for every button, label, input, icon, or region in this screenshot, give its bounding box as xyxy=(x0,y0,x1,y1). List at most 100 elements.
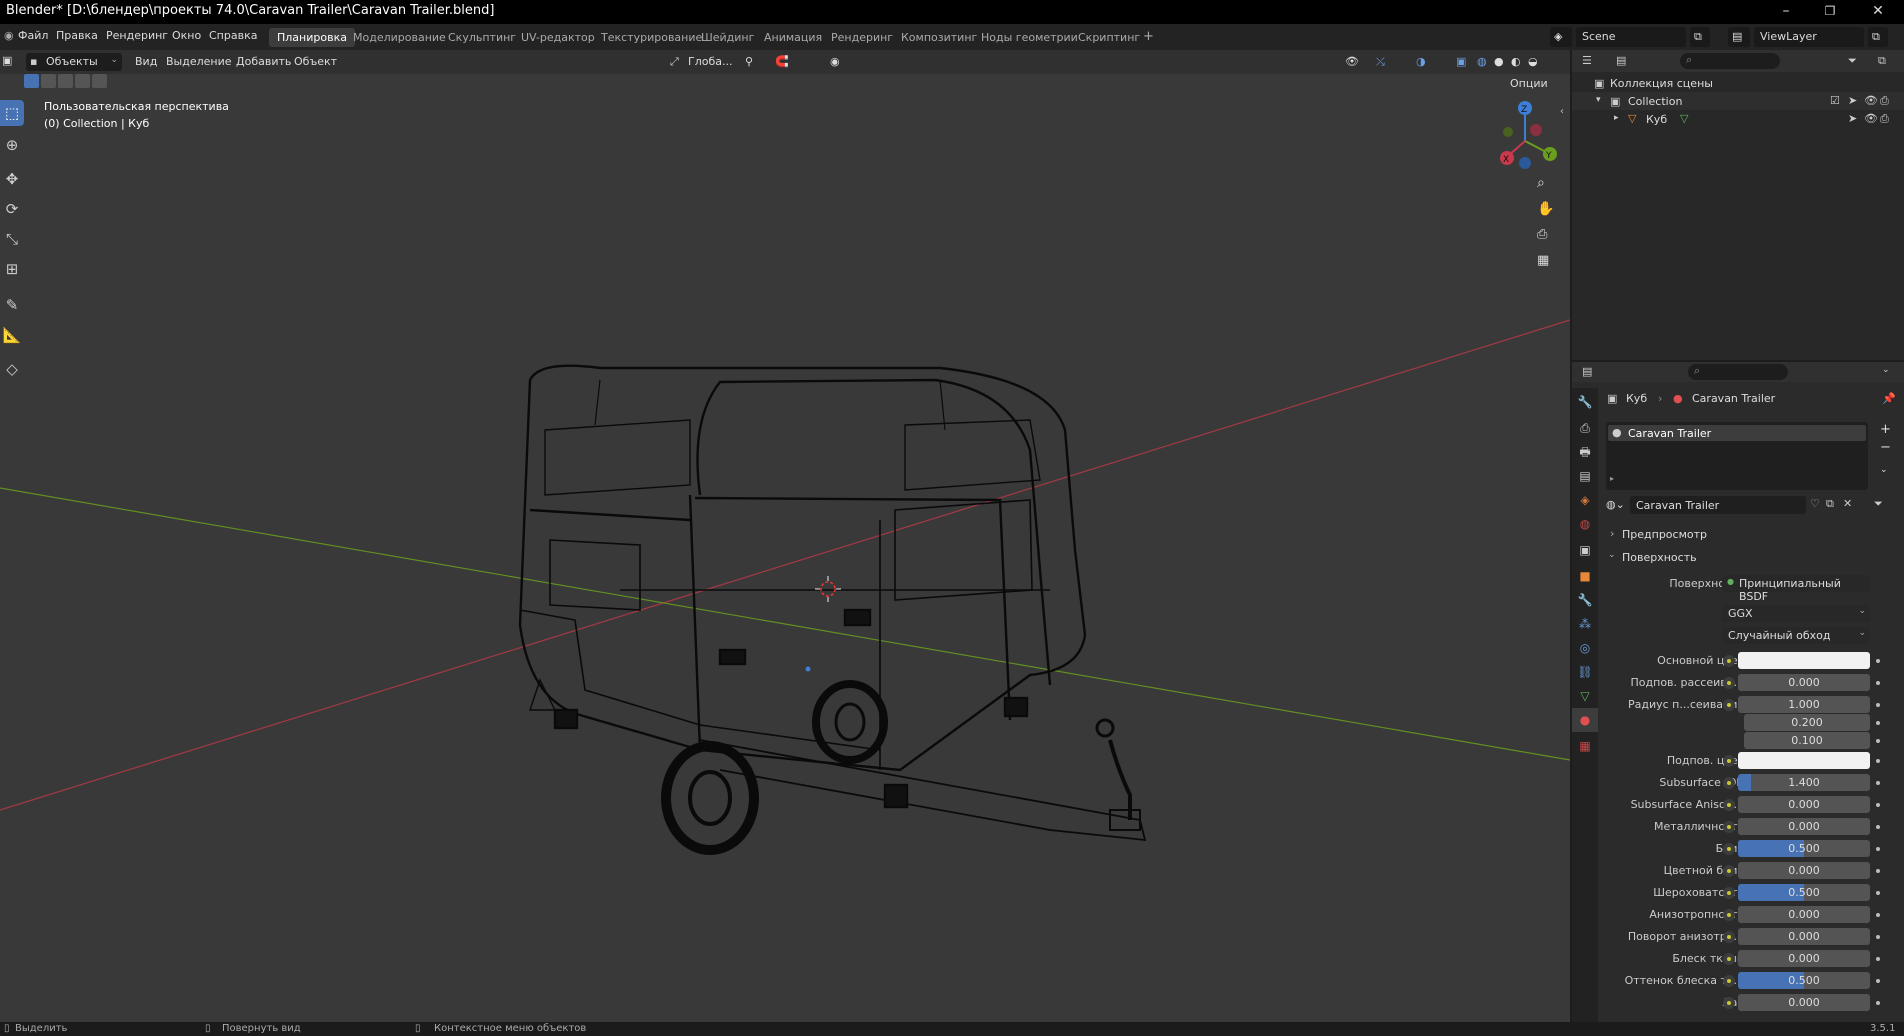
properties-editor-icon[interactable]: ▤ xyxy=(1582,365,1592,378)
mode-dropdown[interactable]: ▪ Объекты ⌄ xyxy=(26,53,122,71)
socket-link-icon[interactable] xyxy=(1723,843,1735,855)
link-dropdown-icon[interactable]: ⏷ xyxy=(1874,497,1883,511)
value-slider[interactable]: 0.000 xyxy=(1738,796,1870,813)
tool-tab-icon[interactable]: 🔧 xyxy=(1572,390,1598,414)
eye-icon[interactable]: 👁 xyxy=(1864,94,1878,107)
move-tool-icon[interactable]: ✥ xyxy=(0,166,24,192)
surface-shader-dropdown[interactable]: ● Принципиальный BSDF xyxy=(1722,575,1870,603)
color-swatch[interactable] xyxy=(1738,752,1870,769)
socket-link-icon[interactable] xyxy=(1723,975,1735,987)
snap-icon[interactable]: 🧲 xyxy=(775,55,789,68)
socket-link-icon[interactable] xyxy=(1723,777,1735,789)
panel-surface[interactable]: Поверхность xyxy=(1622,551,1697,564)
gizmo-toggle-icon[interactable]: ⤯ xyxy=(1376,55,1385,69)
tab-geometry-nodes[interactable]: Ноды геометрии xyxy=(973,28,1086,47)
breadcrumb-object[interactable]: Куб xyxy=(1626,392,1647,405)
material-shading-icon[interactable]: ◐ xyxy=(1511,55,1521,68)
properties-search-icon[interactable]: ⌕ xyxy=(1688,364,1788,380)
new-collection-icon[interactable]: ⧉ xyxy=(1878,54,1886,68)
material-tab-icon[interactable]: ● xyxy=(1572,708,1598,732)
particles-tab-icon[interactable]: ⁂ xyxy=(1572,612,1598,636)
3d-viewport[interactable]: Z Y X Пользовательская перспектива (0) C… xyxy=(0,50,1570,1022)
modifier-tab-icon[interactable]: 🔧 xyxy=(1572,588,1598,612)
socket-link-icon[interactable] xyxy=(1723,655,1735,667)
value-slider[interactable]: 0.000 xyxy=(1738,818,1870,835)
socket-link-icon[interactable] xyxy=(1723,997,1735,1009)
socket-link-icon[interactable] xyxy=(1723,865,1735,877)
expand-arrow-icon[interactable]: ▸ xyxy=(1614,113,1619,123)
preview-arrow-icon[interactable]: › xyxy=(1610,527,1614,540)
filter-icon[interactable]: ⏷ xyxy=(1848,54,1857,68)
cursor-tool-icon[interactable]: ⊕ xyxy=(0,132,24,158)
scale-tool-icon[interactable]: ⤡ xyxy=(0,226,24,252)
value-slider[interactable]: 0.000 xyxy=(1738,950,1870,967)
socket-link-icon[interactable] xyxy=(1723,799,1735,811)
value-slider[interactable]: 0.500 xyxy=(1738,972,1870,989)
keyframe-dot-icon[interactable] xyxy=(1876,847,1880,851)
blender-logo-icon[interactable]: ◉ xyxy=(4,29,14,42)
socket-link-icon[interactable] xyxy=(1723,699,1735,711)
unlink-material-icon[interactable]: ✕ xyxy=(1843,497,1852,510)
outliner-row-scene-collection[interactable]: ▣ Коллекция сцены xyxy=(1572,74,1904,92)
options-dropdown[interactable]: Опции xyxy=(1510,77,1548,90)
transform-tool-icon[interactable]: ⊞ xyxy=(0,256,24,282)
menu-file[interactable]: Файл xyxy=(18,29,48,42)
transform-orientation-dropdown[interactable]: Глоба... xyxy=(688,55,732,68)
solid-shading-icon[interactable]: ● xyxy=(1494,55,1504,68)
render-camera-icon[interactable]: ⎙ xyxy=(1880,112,1889,126)
selectable-icon[interactable]: ➤ xyxy=(1848,94,1857,107)
duplicate-material-icon[interactable]: ⧉ xyxy=(1826,497,1834,511)
pivot-icon[interactable]: ⚲ xyxy=(745,55,753,68)
keyframe-dot-icon[interactable] xyxy=(1876,869,1880,873)
display-mode-icon[interactable]: ▤ xyxy=(1616,54,1626,67)
socket-link-icon[interactable] xyxy=(1723,677,1735,689)
menu-add[interactable]: Добавить xyxy=(236,55,291,68)
tab-layout[interactable]: Планировка xyxy=(269,28,355,47)
outliner-row-cube[interactable]: ▸ ▽ Куб ▽ ➤ 👁 ⎙ xyxy=(1572,110,1904,128)
keyframe-dot-icon[interactable] xyxy=(1876,891,1880,895)
value-slider[interactable]: 0.500 xyxy=(1738,884,1870,901)
value-slider[interactable]: 0.500 xyxy=(1738,840,1870,857)
world-tab-icon[interactable]: ◍ xyxy=(1572,512,1598,536)
socket-link-icon[interactable] xyxy=(1723,931,1735,943)
value-slider[interactable]: 0.100 xyxy=(1744,732,1870,749)
socket-link-icon[interactable] xyxy=(1723,909,1735,921)
annotate-tool-icon[interactable]: ✎ xyxy=(0,292,24,318)
subsurface-method-dropdown[interactable]: Случайный обход ⌄ xyxy=(1722,627,1870,644)
expand-arrow-icon[interactable]: ▸ xyxy=(1610,474,1614,483)
eye-icon[interactable]: 👁 xyxy=(1864,112,1878,125)
surface-arrow-icon[interactable]: ⌄ xyxy=(1608,550,1616,560)
keyframe-dot-icon[interactable] xyxy=(1876,935,1880,939)
exclude-checkbox-icon[interactable]: ☑ xyxy=(1830,94,1840,107)
keyframe-dot-icon[interactable] xyxy=(1876,979,1880,983)
view-layer-selector[interactable]: ViewLayer xyxy=(1754,27,1864,47)
render-tab-icon[interactable]: ⎙ xyxy=(1572,416,1598,440)
pin-icon[interactable]: 📌 xyxy=(1882,392,1896,405)
tab-modeling[interactable]: Моделирование xyxy=(345,28,454,47)
keyframe-dot-icon[interactable] xyxy=(1876,659,1880,663)
breadcrumb-material[interactable]: Caravan Trailer xyxy=(1692,392,1775,405)
scene-icon[interactable]: ◈ xyxy=(1550,27,1572,47)
socket-link-icon[interactable] xyxy=(1723,821,1735,833)
value-slider[interactable]: 0.200 xyxy=(1744,714,1870,731)
rotate-tool-icon[interactable]: ⟳ xyxy=(0,196,24,222)
collection-tab-icon[interactable]: ▣ xyxy=(1572,538,1598,562)
output-tab-icon[interactable]: 🖶 xyxy=(1572,440,1598,464)
wireframe-shading-icon[interactable]: ◍ xyxy=(1477,55,1487,68)
remove-slot-button[interactable]: − xyxy=(1880,440,1891,455)
material-slot-row[interactable]: ● Caravan Trailer xyxy=(1608,425,1866,441)
overlays-icon[interactable]: ◑ xyxy=(1416,55,1426,68)
selectable-icon[interactable]: ➤ xyxy=(1848,112,1857,125)
xray-icon[interactable]: ▣ xyxy=(1456,55,1466,68)
chevron-down-icon[interactable]: ⌄ xyxy=(1882,365,1890,375)
visibility-icon[interactable]: 👁 xyxy=(1345,55,1359,68)
value-slider[interactable]: 0.000 xyxy=(1738,928,1870,945)
new-scene-icon[interactable]: ⧉ xyxy=(1690,27,1710,47)
outliner-search-icon[interactable]: ⌕ xyxy=(1680,53,1780,69)
keyframe-dot-icon[interactable] xyxy=(1876,913,1880,917)
fake-user-icon[interactable]: ♡ xyxy=(1810,497,1820,510)
outliner-row-collection[interactable]: ▾ ▣ Collection ☑ ➤ 👁 ⎙ xyxy=(1572,92,1904,110)
color-swatch[interactable] xyxy=(1738,652,1870,669)
menu-view[interactable]: Вид xyxy=(135,55,157,68)
view-layer-icon[interactable]: ▤ xyxy=(1728,27,1750,47)
